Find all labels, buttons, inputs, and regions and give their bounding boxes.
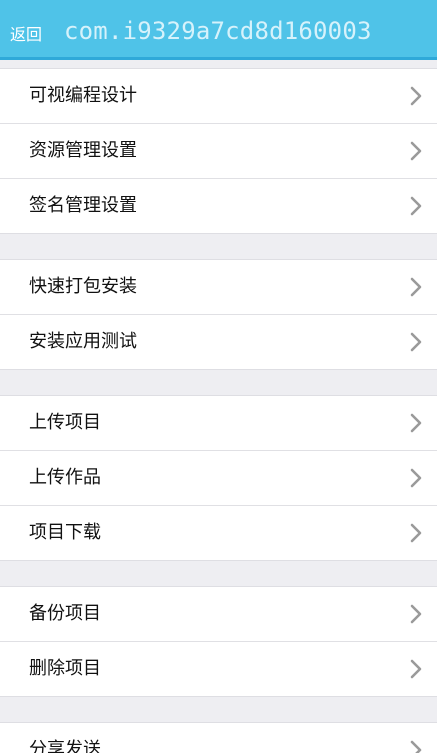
list-item-upload-work[interactable]: 上传作品 [0,451,437,506]
list-item-label: 上传作品 [29,467,101,488]
settings-group-manage: 备份项目 删除项目 [0,586,437,697]
chevron-right-icon [409,331,423,353]
list-item-label: 分享发送 [29,739,101,753]
settings-group-build: 快速打包安装 安装应用测试 [0,259,437,370]
settings-group-upload: 上传项目 上传作品 项目下载 [0,395,437,561]
list-item-resource-settings[interactable]: 资源管理设置 [0,124,437,179]
chevron-right-icon [409,658,423,680]
app-screen: 返回 com.i9329a7cd8d160003 可视编程设计 资源管理设置 签… [0,0,437,753]
list-item-install-test[interactable]: 安装应用测试 [0,315,437,369]
list-item-label: 备份项目 [29,603,101,624]
list-item-backup-project[interactable]: 备份项目 [0,587,437,642]
page-title: com.i9329a7cd8d160003 [64,17,372,45]
chevron-right-icon [409,522,423,544]
list-item-signature-settings[interactable]: 签名管理设置 [0,179,437,233]
settings-group-share: 分享发送 [0,722,437,753]
list-item-label: 可视编程设计 [29,85,137,106]
chevron-right-icon [409,85,423,107]
group-separator [0,370,437,395]
list-item-label: 项目下载 [29,522,101,543]
list-item-quick-build-install[interactable]: 快速打包安装 [0,260,437,315]
top-bar: 返回 com.i9329a7cd8d160003 [0,0,437,60]
chevron-right-icon [409,195,423,217]
chevron-right-icon [409,739,423,753]
back-button[interactable]: 返回 [10,24,42,46]
group-separator [0,561,437,586]
list-item-label: 资源管理设置 [29,140,137,161]
group-separator [0,697,437,722]
list-item-upload-project[interactable]: 上传项目 [0,396,437,451]
chevron-right-icon [409,276,423,298]
settings-group-design: 可视编程设计 资源管理设置 签名管理设置 [0,68,437,234]
chevron-right-icon [409,603,423,625]
list-item-download-project[interactable]: 项目下载 [0,506,437,560]
chevron-right-icon [409,140,423,162]
chevron-right-icon [409,467,423,489]
list-item-label: 上传项目 [29,412,101,433]
list-item-share-send[interactable]: 分享发送 [0,723,437,753]
list-item-delete-project[interactable]: 删除项目 [0,642,437,696]
list-item-visual-programming[interactable]: 可视编程设计 [0,69,437,124]
list-item-label: 签名管理设置 [29,195,137,216]
list-item-label: 安装应用测试 [29,331,137,352]
group-separator [0,234,437,259]
chevron-right-icon [409,412,423,434]
list-item-label: 快速打包安装 [29,276,137,297]
settings-list: 可视编程设计 资源管理设置 签名管理设置 快速打包安装 安装应用测试 上传项目 … [0,68,437,753]
list-item-label: 删除项目 [29,658,101,679]
